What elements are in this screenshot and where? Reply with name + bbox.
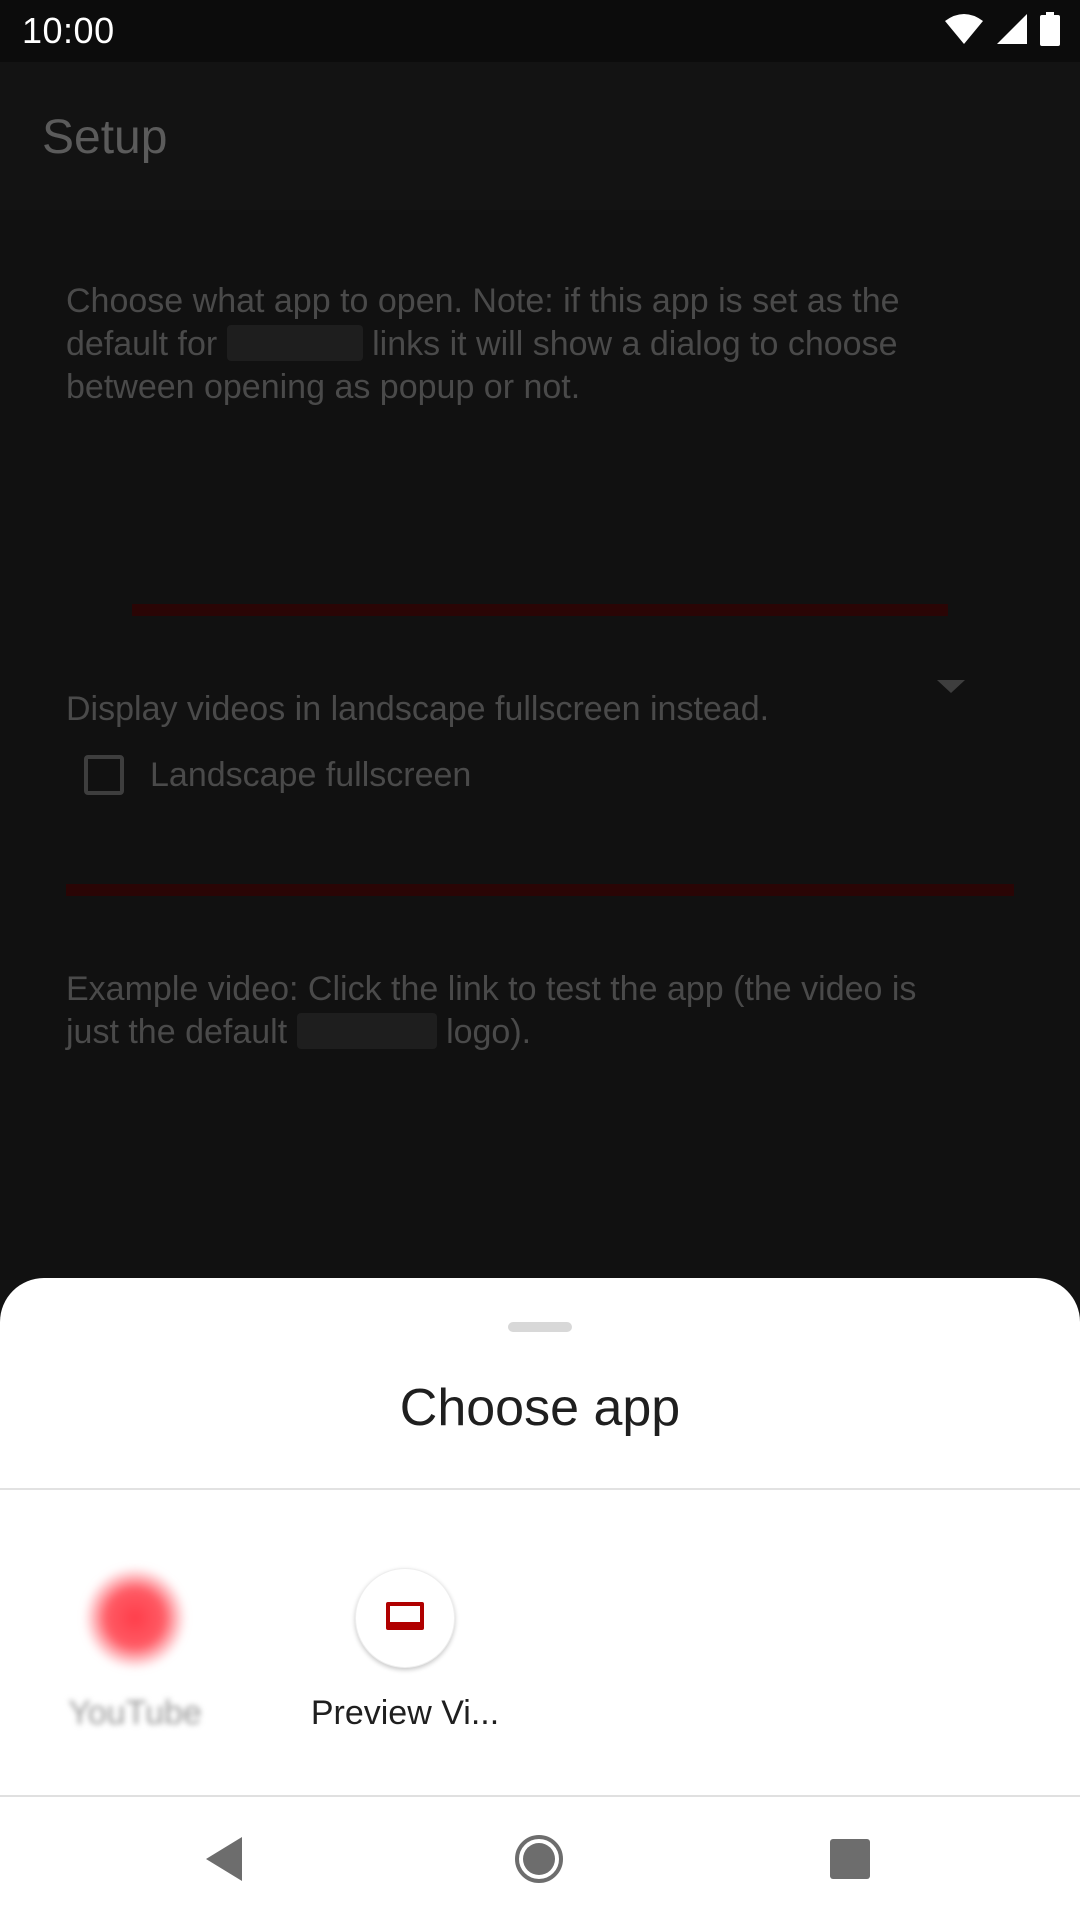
sheet-divider <box>0 1488 1080 1490</box>
app-option-preview-video[interactable]: Preview Vi... <box>290 1568 520 1733</box>
cellular-signal-icon <box>996 13 1028 50</box>
example-text-before: just the default <box>66 1013 288 1051</box>
app-choice-description-line2: default for links it will show a dialog … <box>66 323 1026 366</box>
status-bar: 10:00 <box>0 0 1080 62</box>
landscape-checkbox-row[interactable]: Landscape fullscreen <box>80 740 540 806</box>
page-title: Setup <box>42 111 168 164</box>
sheet-title: Choose app <box>399 1379 681 1437</box>
example-description: Example video: Click the link to test th… <box>66 968 1046 1054</box>
app-option-youtube[interactable]: YouTube <box>20 1568 250 1733</box>
back-icon[interactable] <box>198 1831 254 1887</box>
app-choice-description-line3: between opening as popup or not. <box>66 368 581 406</box>
status-time: 10:00 <box>22 10 115 51</box>
example-description-line2[interactable]: just the default logo). <box>66 1011 1046 1054</box>
screen: 10:00 Setup Choose what app to open. Not… <box>0 0 1080 1920</box>
app-choice-text-after: links it will show a dialog to choose <box>372 325 898 363</box>
sheet-drag-handle[interactable] <box>508 1322 572 1332</box>
recents-icon[interactable] <box>822 1831 878 1887</box>
landscape-description: Display videos in landscape fullscreen i… <box>66 690 770 728</box>
choose-app-sheet: Choose app YouTube Preview Vi... <box>0 1278 1080 1795</box>
landscape-checkbox-label: Landscape fullscreen <box>150 756 472 794</box>
app-choice-description: Choose what app to open. Note: if this a… <box>66 280 1026 409</box>
status-icons <box>944 11 1060 51</box>
app-option-label: Preview Vi... <box>310 1694 500 1732</box>
battery-icon <box>1040 11 1060 51</box>
wifi-icon <box>944 13 984 50</box>
youtube-icon <box>85 1568 185 1668</box>
divider-red <box>132 604 948 616</box>
app-option-label: YouTube <box>68 1694 202 1732</box>
example-description-line1: Example video: Click the link to test th… <box>66 970 917 1008</box>
preview-video-icon <box>355 1568 455 1668</box>
app-choice-description-line1: Choose what app to open. Note: if this a… <box>66 282 900 320</box>
example-text-after: logo). <box>446 1013 532 1051</box>
landscape-checkbox[interactable] <box>84 755 124 795</box>
navigation-bar <box>0 1795 1080 1920</box>
redacted-text <box>296 1013 437 1049</box>
redacted-text <box>226 325 363 361</box>
setup-content: Choose what app to open. Note: if this a… <box>0 210 1080 1280</box>
app-choice-text-before: default for <box>66 325 218 363</box>
dropdown-arrow-icon <box>937 680 965 693</box>
app-bar: Setup <box>0 62 1080 210</box>
divider-red-2 <box>66 884 1014 896</box>
home-icon[interactable] <box>511 1831 567 1887</box>
